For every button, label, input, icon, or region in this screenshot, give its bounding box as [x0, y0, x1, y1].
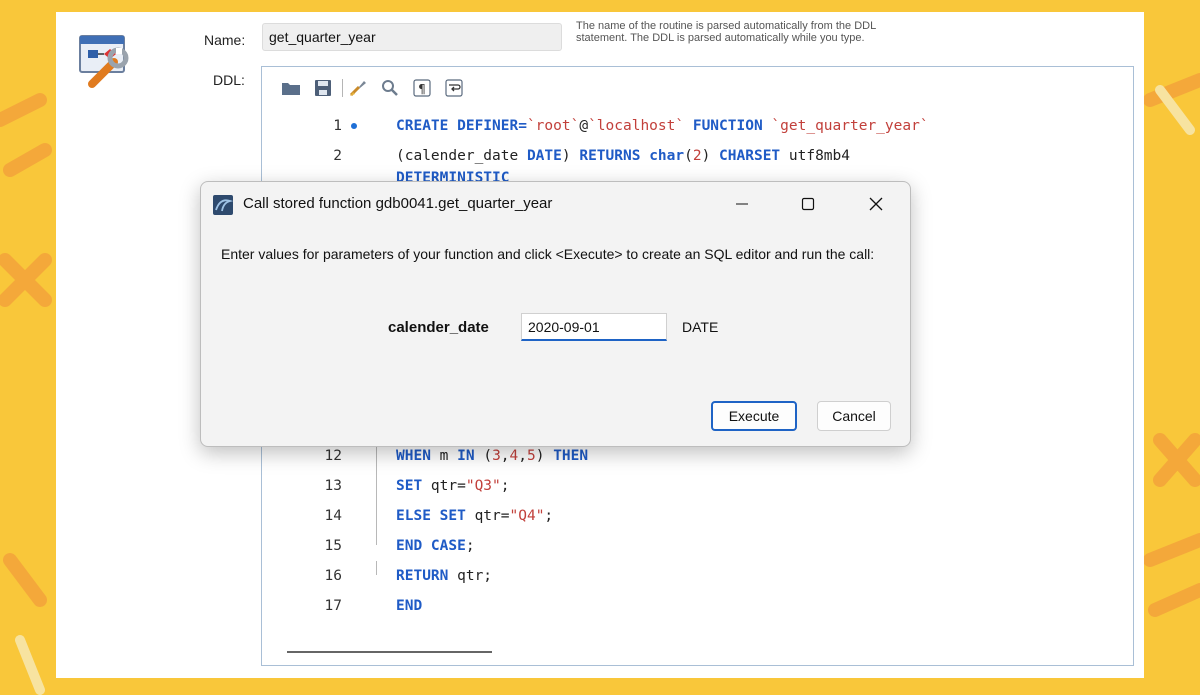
- code-token: ,: [500, 448, 510, 464]
- code-token: 3: [492, 448, 501, 464]
- code-token: (: [684, 148, 693, 164]
- horizontal-scrollbar[interactable]: [287, 651, 492, 653]
- name-hint-line-1: The name of the routine is parsed automa…: [576, 20, 877, 32]
- fold-guide: [376, 471, 377, 501]
- word-wrap-icon[interactable]: [443, 77, 465, 99]
- dialog-message: Enter values for parameters of your func…: [221, 246, 875, 262]
- beautify-brush-icon[interactable]: [347, 77, 369, 99]
- name-hint: The name of the routine is parsed automa…: [576, 20, 996, 44]
- code-token: ): [535, 448, 554, 464]
- code-token: 5: [527, 448, 536, 464]
- code-token: END: [396, 598, 423, 614]
- code-text: ELSE SET qtr="Q4";: [396, 501, 553, 531]
- line-number: 17: [324, 598, 342, 614]
- code-token: RETURNS: [579, 148, 650, 164]
- routine-wrench-icon: [78, 32, 134, 88]
- minimize-icon: [736, 203, 748, 205]
- code-token: ;: [544, 508, 554, 524]
- code-token: "Q3": [465, 478, 501, 494]
- svg-text:¶: ¶: [418, 82, 426, 96]
- save-icon[interactable]: [312, 77, 334, 99]
- code-text: END: [396, 591, 422, 621]
- code-token: END CASE: [396, 538, 466, 554]
- code-line-15: 15 END CASE;: [262, 531, 1133, 561]
- line-number: 15: [324, 538, 342, 554]
- code-token: ;: [465, 538, 475, 554]
- code-token: 4: [509, 448, 519, 464]
- code-text: RETURN qtr;: [396, 561, 492, 591]
- code-token: ): [561, 148, 580, 164]
- code-token: utf8mb4: [788, 148, 850, 164]
- code-token: ;: [500, 478, 510, 494]
- toolbar-separator: [342, 79, 343, 97]
- code-token: `root`: [526, 118, 580, 134]
- code-text: END CASE;: [396, 531, 475, 561]
- routine-name-field[interactable]: get_quarter_year: [262, 23, 562, 51]
- code-token: FUNCTION: [684, 118, 772, 134]
- maximize-icon: [801, 197, 815, 211]
- line-marker-dot: [351, 123, 357, 129]
- line-number: 13: [324, 478, 342, 494]
- name-label: Name:: [204, 32, 246, 48]
- code-token: `localhost`: [588, 118, 685, 134]
- code-token: IN: [457, 448, 484, 464]
- code-token: RETURN: [396, 568, 458, 584]
- fold-guide: [376, 531, 377, 545]
- code-token: CHARSET: [719, 148, 789, 164]
- code-token: CREATE DEFINER=: [396, 118, 527, 134]
- code-line-1: 1 CREATE DEFINER=`root`@`localhost` FUNC…: [262, 111, 1133, 141]
- fold-guide: [376, 561, 377, 575]
- ddl-label: DDL:: [213, 72, 245, 88]
- code-token: m: [439, 448, 458, 464]
- fold-guide: [376, 501, 377, 531]
- code-line-14: 14 ELSE SET qtr="Q4";: [262, 501, 1133, 531]
- line-number: 2: [333, 148, 342, 164]
- line-number: 16: [324, 568, 342, 584]
- calender-date-input[interactable]: [521, 313, 667, 341]
- code-line-17: 17 END: [262, 591, 1133, 621]
- code-token: (: [483, 448, 493, 464]
- code-token: "Q4": [509, 508, 545, 524]
- close-button[interactable]: [853, 188, 899, 220]
- code-line-13: 13 SET qtr="Q3";: [262, 471, 1133, 501]
- code-line-16: 16 RETURN qtr;: [262, 561, 1133, 591]
- code-line-2: 2 (calender_date DATE) RETURNS char(2) C…: [262, 141, 1133, 171]
- code-token: qtr=: [474, 508, 510, 524]
- parameter-name-label: calender_date: [388, 319, 489, 336]
- code-token: WHEN: [396, 448, 440, 464]
- call-function-dialog: Call stored function gdb0041.get_quarter…: [200, 181, 911, 447]
- code-token: 2: [692, 148, 702, 164]
- close-icon: [869, 197, 883, 211]
- dialog-title: Call stored function gdb0041.get_quarter…: [243, 195, 553, 212]
- find-icon[interactable]: [379, 77, 401, 99]
- code-token: ,: [518, 448, 527, 464]
- execute-button[interactable]: Execute: [711, 401, 797, 431]
- code-token: ): [701, 148, 720, 164]
- code-token: ELSE SET: [396, 508, 475, 524]
- code-text: CREATE DEFINER=`root`@`localhost` FUNCTI…: [396, 111, 929, 141]
- code-token: `get_quarter_year`: [771, 118, 929, 134]
- parameter-type-label: DATE: [682, 319, 719, 335]
- folder-open-icon[interactable]: [280, 77, 302, 99]
- code-token: qtr;: [457, 568, 493, 584]
- line-number: 1: [333, 118, 342, 134]
- code-token: DATE: [526, 148, 562, 164]
- code-token: qtr=: [430, 478, 466, 494]
- code-text: SET qtr="Q3";: [396, 471, 510, 501]
- mysql-workbench-icon: [213, 195, 234, 215]
- name-hint-line-2: statement. The DDL is parsed automatical…: [576, 32, 865, 44]
- dialog-titlebar[interactable]: Call stored function gdb0041.get_quarter…: [201, 182, 910, 226]
- code-token: SET: [396, 478, 431, 494]
- maximize-button[interactable]: [785, 188, 831, 220]
- minimize-button[interactable]: [719, 188, 765, 220]
- code-token: (calender_date: [396, 148, 527, 164]
- editor-toolbar: ¶: [280, 77, 475, 99]
- line-number: 14: [324, 508, 342, 524]
- code-token: @: [579, 118, 589, 134]
- code-token: THEN: [553, 448, 589, 464]
- show-invisibles-icon[interactable]: ¶: [411, 77, 433, 99]
- cancel-button[interactable]: Cancel: [817, 401, 891, 431]
- code-token: char: [649, 148, 685, 164]
